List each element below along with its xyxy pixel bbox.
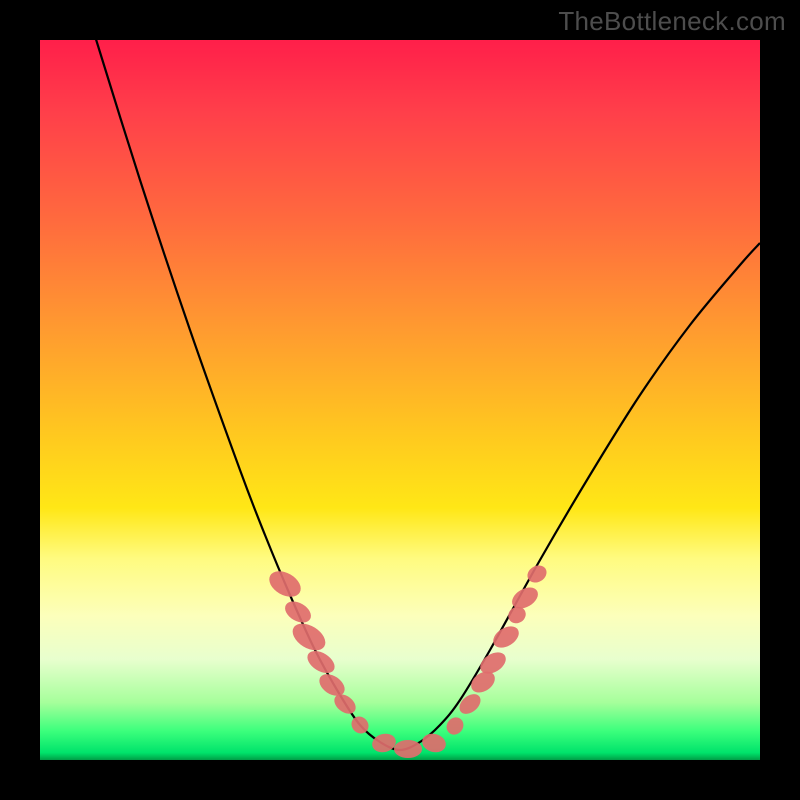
curve-marker (489, 622, 522, 652)
curve-marker (288, 618, 330, 656)
curve-svg (40, 40, 760, 760)
bottleneck-curve (90, 20, 760, 750)
curve-marker (281, 597, 314, 627)
curve-marker (394, 740, 422, 758)
curve-marker (420, 731, 448, 755)
chart-frame: TheBottleneck.com (0, 0, 800, 800)
watermark-text: TheBottleneck.com (558, 6, 786, 37)
curve-markers (265, 562, 550, 758)
curve-marker (265, 566, 305, 602)
curve-marker (370, 731, 398, 755)
plot-area (40, 40, 760, 760)
curve-marker (456, 690, 485, 718)
curve-marker (304, 646, 339, 677)
